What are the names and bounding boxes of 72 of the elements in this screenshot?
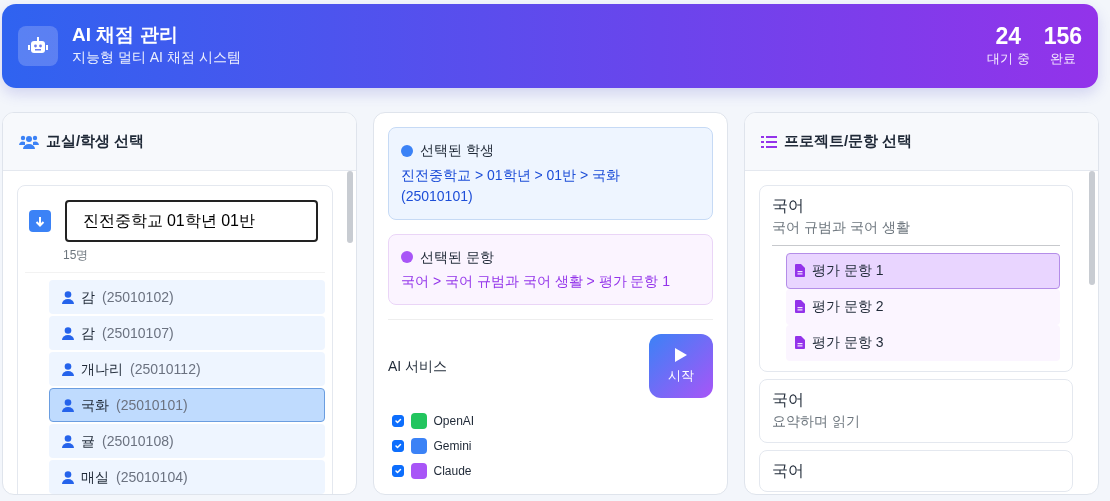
project-subject: 국어 bbox=[772, 196, 805, 216]
service-name: Claude bbox=[433, 463, 472, 480]
project-subject: 국어 bbox=[772, 389, 805, 410]
card-label: 선택된 학생 bbox=[420, 141, 494, 160]
student-item[interactable]: 국화 (25010101) bbox=[49, 388, 325, 422]
stat-label: 완료 bbox=[1048, 49, 1077, 68]
document-icon bbox=[795, 264, 805, 278]
student-id: (25010102) bbox=[102, 287, 174, 307]
project-subject: 국어 bbox=[772, 460, 805, 481]
section-label: AI 서비스 bbox=[388, 356, 448, 376]
student-id: (25010108) bbox=[102, 431, 174, 451]
student-id: (25010101) bbox=[116, 395, 188, 415]
down-arrow-icon bbox=[34, 215, 45, 227]
student-name: 매실 bbox=[81, 467, 109, 487]
question-item[interactable]: 평가 문항 2 bbox=[786, 288, 1060, 325]
project-card[interactable]: 국어 bbox=[759, 449, 1073, 493]
project-unit: 국어 규범과 국어 생활 bbox=[772, 217, 911, 237]
expand-button[interactable] bbox=[28, 210, 51, 232]
student-path: 진전중학교 > 01학년 > 01반 > 국화 (25010101) bbox=[401, 165, 621, 206]
student-name: 감 bbox=[81, 287, 95, 307]
class-field[interactable]: 진전중학교 01학년 01반 bbox=[64, 200, 318, 242]
question-item[interactable]: 평가 문항 3 bbox=[786, 324, 1060, 361]
robot-icon bbox=[18, 26, 58, 66]
project-unit: 요약하며 읽기 bbox=[772, 411, 861, 431]
service-checkbox[interactable] bbox=[391, 440, 404, 452]
question-label: 평가 문항 3 bbox=[812, 333, 884, 353]
play-icon bbox=[674, 346, 688, 363]
item-path: 국어 > 국어 규범과 국어 생활 > 평가 문항 1 bbox=[401, 272, 672, 291]
service-name: OpenAI bbox=[433, 413, 475, 430]
person-icon bbox=[62, 470, 74, 484]
person-icon bbox=[62, 326, 74, 340]
student-name: 국화 bbox=[81, 395, 109, 415]
student-id: (25010104) bbox=[116, 467, 188, 487]
student-item[interactable]: 개나리 (25010112) bbox=[49, 352, 325, 386]
question-label: 평가 문항 2 bbox=[812, 297, 884, 317]
student-item[interactable]: 감 (25010102) bbox=[49, 280, 325, 314]
stat-value: 24 bbox=[994, 23, 1023, 49]
app-subtitle: 지능형 멀티 AI 채점 시스템 bbox=[72, 47, 241, 67]
stat-value: 156 bbox=[1043, 23, 1082, 49]
person-icon bbox=[62, 362, 74, 376]
student-count: 15명 bbox=[63, 247, 89, 264]
question-label: 평가 문항 1 bbox=[812, 261, 884, 281]
status-dot bbox=[401, 251, 413, 263]
student-item[interactable]: 귤 (25010108) bbox=[49, 424, 325, 458]
checklist-icon bbox=[761, 134, 777, 149]
document-icon bbox=[795, 336, 805, 350]
student-id: (25010112) bbox=[130, 359, 201, 379]
student-id: (25010107) bbox=[102, 323, 174, 343]
card-label: 선택된 문항 bbox=[420, 247, 494, 267]
project-card[interactable]: 국어 국어 규범과 국어 생활 평가 문항 1 평가 문항 2 평가 문항 3 bbox=[759, 185, 1073, 372]
document-icon bbox=[795, 300, 805, 314]
app-title: AI 채점 관리 bbox=[72, 24, 179, 47]
service-checkbox[interactable] bbox=[391, 465, 404, 477]
scrollbar bbox=[347, 171, 353, 243]
student-item[interactable]: 감 (25010107) bbox=[49, 316, 325, 350]
stat-label: 대기 중 bbox=[987, 49, 1030, 68]
panel-title: 교실/학생 선택 bbox=[46, 131, 145, 152]
users-icon bbox=[19, 134, 39, 149]
service-checkbox[interactable] bbox=[391, 415, 404, 427]
status-dot bbox=[401, 144, 413, 157]
student-name: 감 bbox=[81, 323, 95, 343]
panel-title: 프로젝트/문항 선택 bbox=[784, 131, 913, 152]
person-icon bbox=[62, 290, 74, 304]
project-card[interactable]: 국어 요약하며 읽기 bbox=[759, 378, 1073, 443]
question-item[interactable]: 평가 문항 1 bbox=[786, 252, 1060, 289]
student-name: 귤 bbox=[81, 431, 95, 451]
person-icon bbox=[62, 398, 74, 412]
start-button[interactable]: 시작 bbox=[649, 334, 713, 398]
student-item[interactable]: 매실 (25010104) bbox=[49, 460, 325, 494]
person-icon bbox=[62, 434, 74, 448]
student-name: 개나리 bbox=[81, 359, 123, 379]
service-name: Gemini bbox=[433, 438, 472, 455]
